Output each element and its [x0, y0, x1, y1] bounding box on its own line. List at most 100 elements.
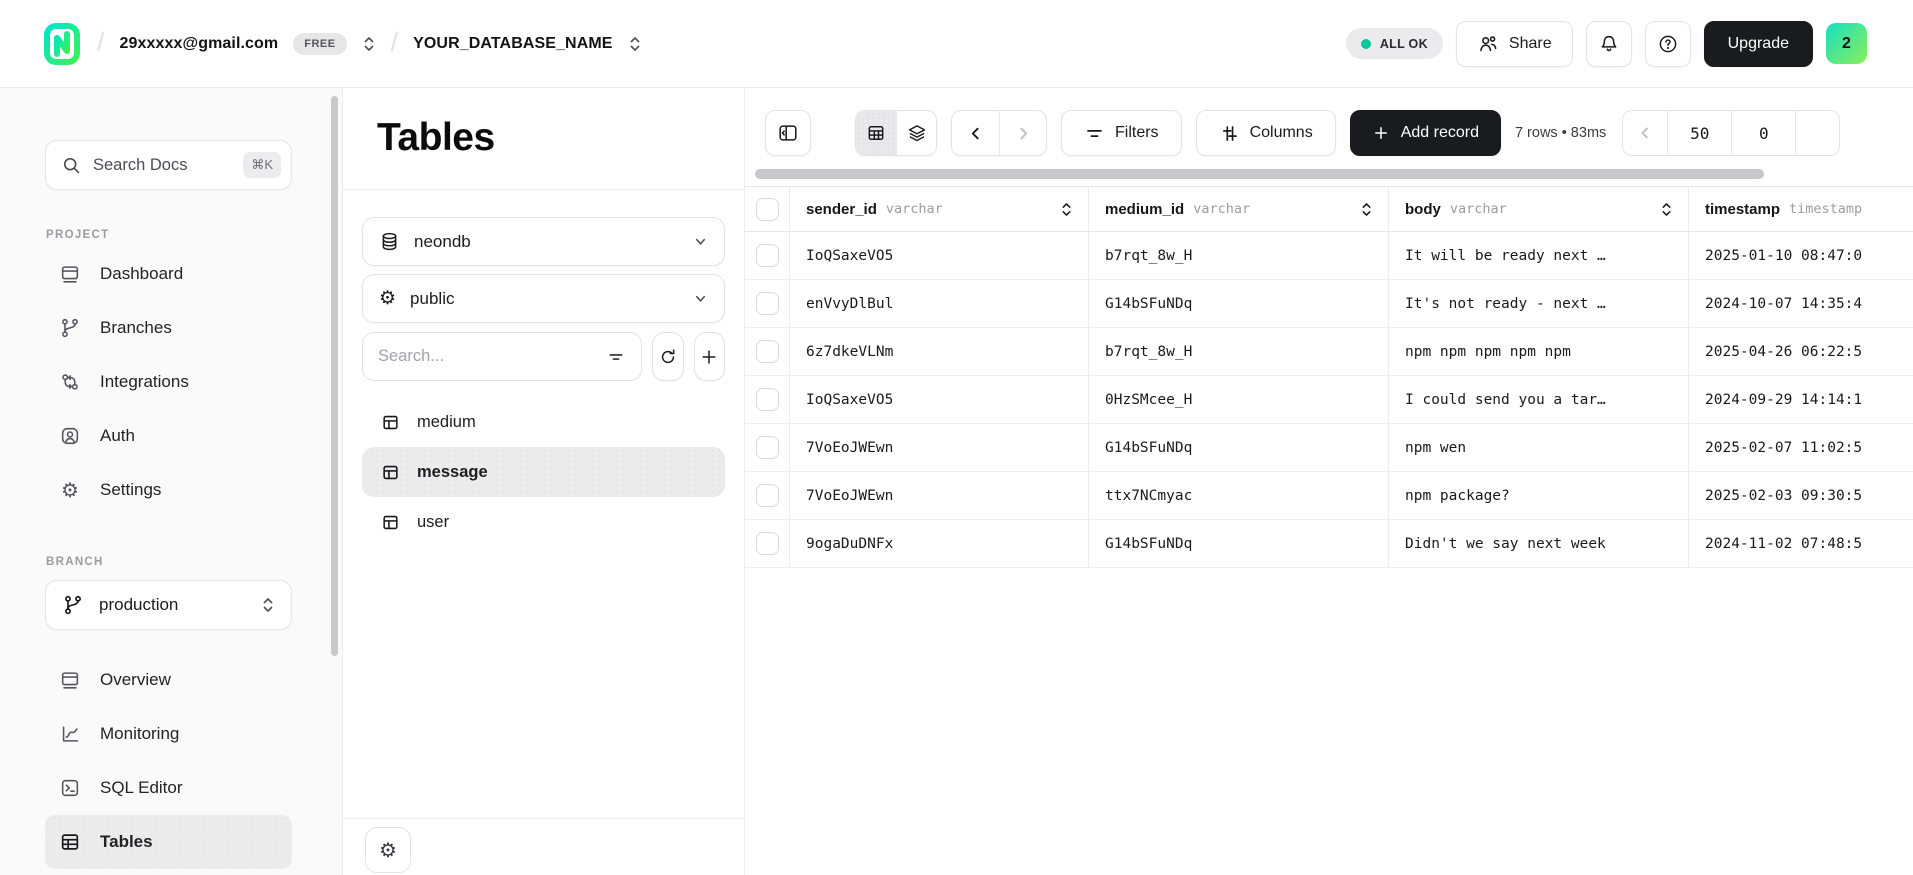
sort-icon[interactable]: [1360, 201, 1373, 218]
layers-view-button[interactable]: [896, 111, 936, 155]
cell-timestamp[interactable]: 2024-09-29 14:14:1: [1689, 376, 1913, 424]
cell-timestamp[interactable]: 2025-04-26 06:22:5: [1689, 328, 1913, 376]
row-select-cell: [745, 232, 790, 280]
cell-body[interactable]: npm npm npm npm npm: [1389, 328, 1689, 376]
cell-medium-id[interactable]: ttx7NCmyac: [1089, 472, 1389, 520]
add-table-button[interactable]: [694, 332, 726, 381]
page-size-field[interactable]: 50: [1667, 111, 1731, 155]
panel-settings-button[interactable]: ⚙: [365, 827, 411, 873]
sidebar-item-integrations[interactable]: Integrations: [45, 355, 292, 409]
cell-medium-id[interactable]: G14bSFuNDq: [1089, 280, 1389, 328]
sidebar-item-settings[interactable]: ⚙ Settings: [45, 463, 292, 517]
shortcut-badge: ⌘K: [243, 152, 281, 178]
integrations-icon: [59, 371, 81, 393]
refresh-button[interactable]: [652, 332, 684, 381]
next-page-button[interactable]: [999, 111, 1046, 155]
sidebar-item-overview[interactable]: Overview: [45, 653, 292, 707]
sort-icon[interactable]: [1060, 201, 1073, 218]
cell-body[interactable]: I could send you a tar…: [1389, 376, 1689, 424]
notifications-button[interactable]: [1586, 21, 1632, 67]
pagination-next-button[interactable]: [1795, 111, 1839, 155]
help-button[interactable]: [1645, 21, 1691, 67]
neon-logo[interactable]: [42, 22, 82, 66]
page-offset-field[interactable]: 0: [1731, 111, 1795, 155]
row-checkbox[interactable]: [756, 244, 779, 267]
table-list-item-message[interactable]: message: [362, 447, 725, 497]
sidebar-item-tables[interactable]: Tables: [45, 815, 292, 869]
sidebar-item-auth[interactable]: Auth: [45, 409, 292, 463]
upgrade-button[interactable]: Upgrade: [1704, 21, 1813, 67]
table-name: medium: [417, 413, 476, 432]
cell-sender-id[interactable]: IoQSaxeVO5: [790, 376, 1089, 424]
notification-count-badge[interactable]: 2: [1826, 23, 1867, 64]
cell-timestamp[interactable]: 2025-02-03 09:30:5: [1689, 472, 1913, 520]
column-header-sender-id[interactable]: sender_id varchar: [790, 187, 1089, 232]
sidebar-item-branches[interactable]: Branches: [45, 301, 292, 355]
schema-selector[interactable]: ⚙ public: [362, 274, 725, 323]
cell-sender-id[interactable]: 9ogaDuDNFx: [790, 520, 1089, 568]
cell-sender-id[interactable]: enVvyDlBul: [790, 280, 1089, 328]
cell-medium-id[interactable]: b7rqt_8w_H: [1089, 328, 1389, 376]
row-checkbox[interactable]: [756, 484, 779, 507]
sidebar-scrollbar[interactable]: [331, 96, 338, 656]
columns-button[interactable]: Columns: [1196, 110, 1336, 156]
pagination-prev-button[interactable]: [1623, 111, 1667, 155]
database-selector[interactable]: neondb: [362, 217, 725, 266]
plus-icon: [699, 347, 719, 367]
column-header-medium-id[interactable]: medium_id varchar: [1089, 187, 1389, 232]
cell-body[interactable]: It's not ready - next …: [1389, 280, 1689, 328]
cell-sender-id[interactable]: IoQSaxeVO5: [790, 232, 1089, 280]
cell-sender-id[interactable]: 7VoEoJWEwn: [790, 424, 1089, 472]
sort-icon[interactable]: [1660, 201, 1673, 218]
cell-sender-id[interactable]: 7VoEoJWEwn: [790, 472, 1089, 520]
tables-panel-footer: ⚙: [343, 818, 744, 875]
cell-timestamp[interactable]: 2024-11-02 07:48:5: [1689, 520, 1913, 568]
project-switcher-icon[interactable]: [628, 35, 642, 53]
cell-medium-id[interactable]: 0HzSMcee_H: [1089, 376, 1389, 424]
cell-sender-id[interactable]: 6z7dkeVLNm: [790, 328, 1089, 376]
table-list-item-user[interactable]: user: [362, 497, 725, 547]
add-record-button[interactable]: Add record: [1350, 110, 1501, 156]
cell-body[interactable]: Didn't we say next week: [1389, 520, 1689, 568]
cell-medium-id[interactable]: G14bSFuNDq: [1089, 520, 1389, 568]
row-checkbox[interactable]: [756, 436, 779, 459]
status-badge[interactable]: ALL OK: [1346, 28, 1443, 59]
row-checkbox[interactable]: [756, 388, 779, 411]
row-checkbox[interactable]: [756, 292, 779, 315]
collapse-panel-button[interactable]: [765, 110, 811, 156]
sidebar-item-monitoring[interactable]: Monitoring: [45, 707, 292, 761]
prev-page-button[interactable]: [952, 111, 999, 155]
table-view-button[interactable]: [856, 111, 896, 155]
sidebar-item-dashboard[interactable]: Dashboard: [45, 247, 292, 301]
account-switcher-icon[interactable]: [362, 35, 376, 53]
sidebar-item-sql-editor[interactable]: SQL Editor: [45, 761, 292, 815]
project-name[interactable]: YOUR_DATABASE_NAME: [413, 35, 612, 53]
horizontal-scrollbar-thumb[interactable]: [755, 169, 1764, 179]
schema-selector-value: public: [410, 289, 454, 309]
cell-timestamp[interactable]: 2025-01-10 08:47:0: [1689, 232, 1913, 280]
table-search-field[interactable]: [362, 332, 642, 381]
column-header-body[interactable]: body varchar: [1389, 187, 1689, 232]
cell-body[interactable]: npm package?: [1389, 472, 1689, 520]
row-checkbox[interactable]: [756, 532, 779, 555]
select-all-cell: [745, 187, 790, 232]
column-type: timestamp: [1789, 201, 1862, 217]
share-button[interactable]: Share: [1456, 21, 1573, 67]
branch-icon: [62, 594, 84, 616]
row-checkbox[interactable]: [756, 340, 779, 363]
cell-medium-id[interactable]: b7rqt_8w_H: [1089, 232, 1389, 280]
cell-timestamp[interactable]: 2025-02-07 11:02:5: [1689, 424, 1913, 472]
table-list-item-medium[interactable]: medium: [362, 397, 725, 447]
cell-body[interactable]: It will be ready next …: [1389, 232, 1689, 280]
cell-body[interactable]: npm wen: [1389, 424, 1689, 472]
account-name[interactable]: 29xxxxx@gmail.com: [120, 35, 279, 53]
branch-selector[interactable]: production: [45, 580, 292, 630]
cell-timestamp[interactable]: 2024-10-07 14:35:4: [1689, 280, 1913, 328]
cell-medium-id[interactable]: G14bSFuNDq: [1089, 424, 1389, 472]
search-docs-button[interactable]: Search Docs ⌘K: [45, 140, 292, 190]
select-all-checkbox[interactable]: [756, 198, 779, 221]
column-header-timestamp[interactable]: timestamp timestamp: [1689, 187, 1913, 232]
filters-button[interactable]: Filters: [1061, 110, 1182, 156]
column-type: varchar: [1193, 201, 1250, 217]
table-search-input[interactable]: [378, 347, 598, 366]
